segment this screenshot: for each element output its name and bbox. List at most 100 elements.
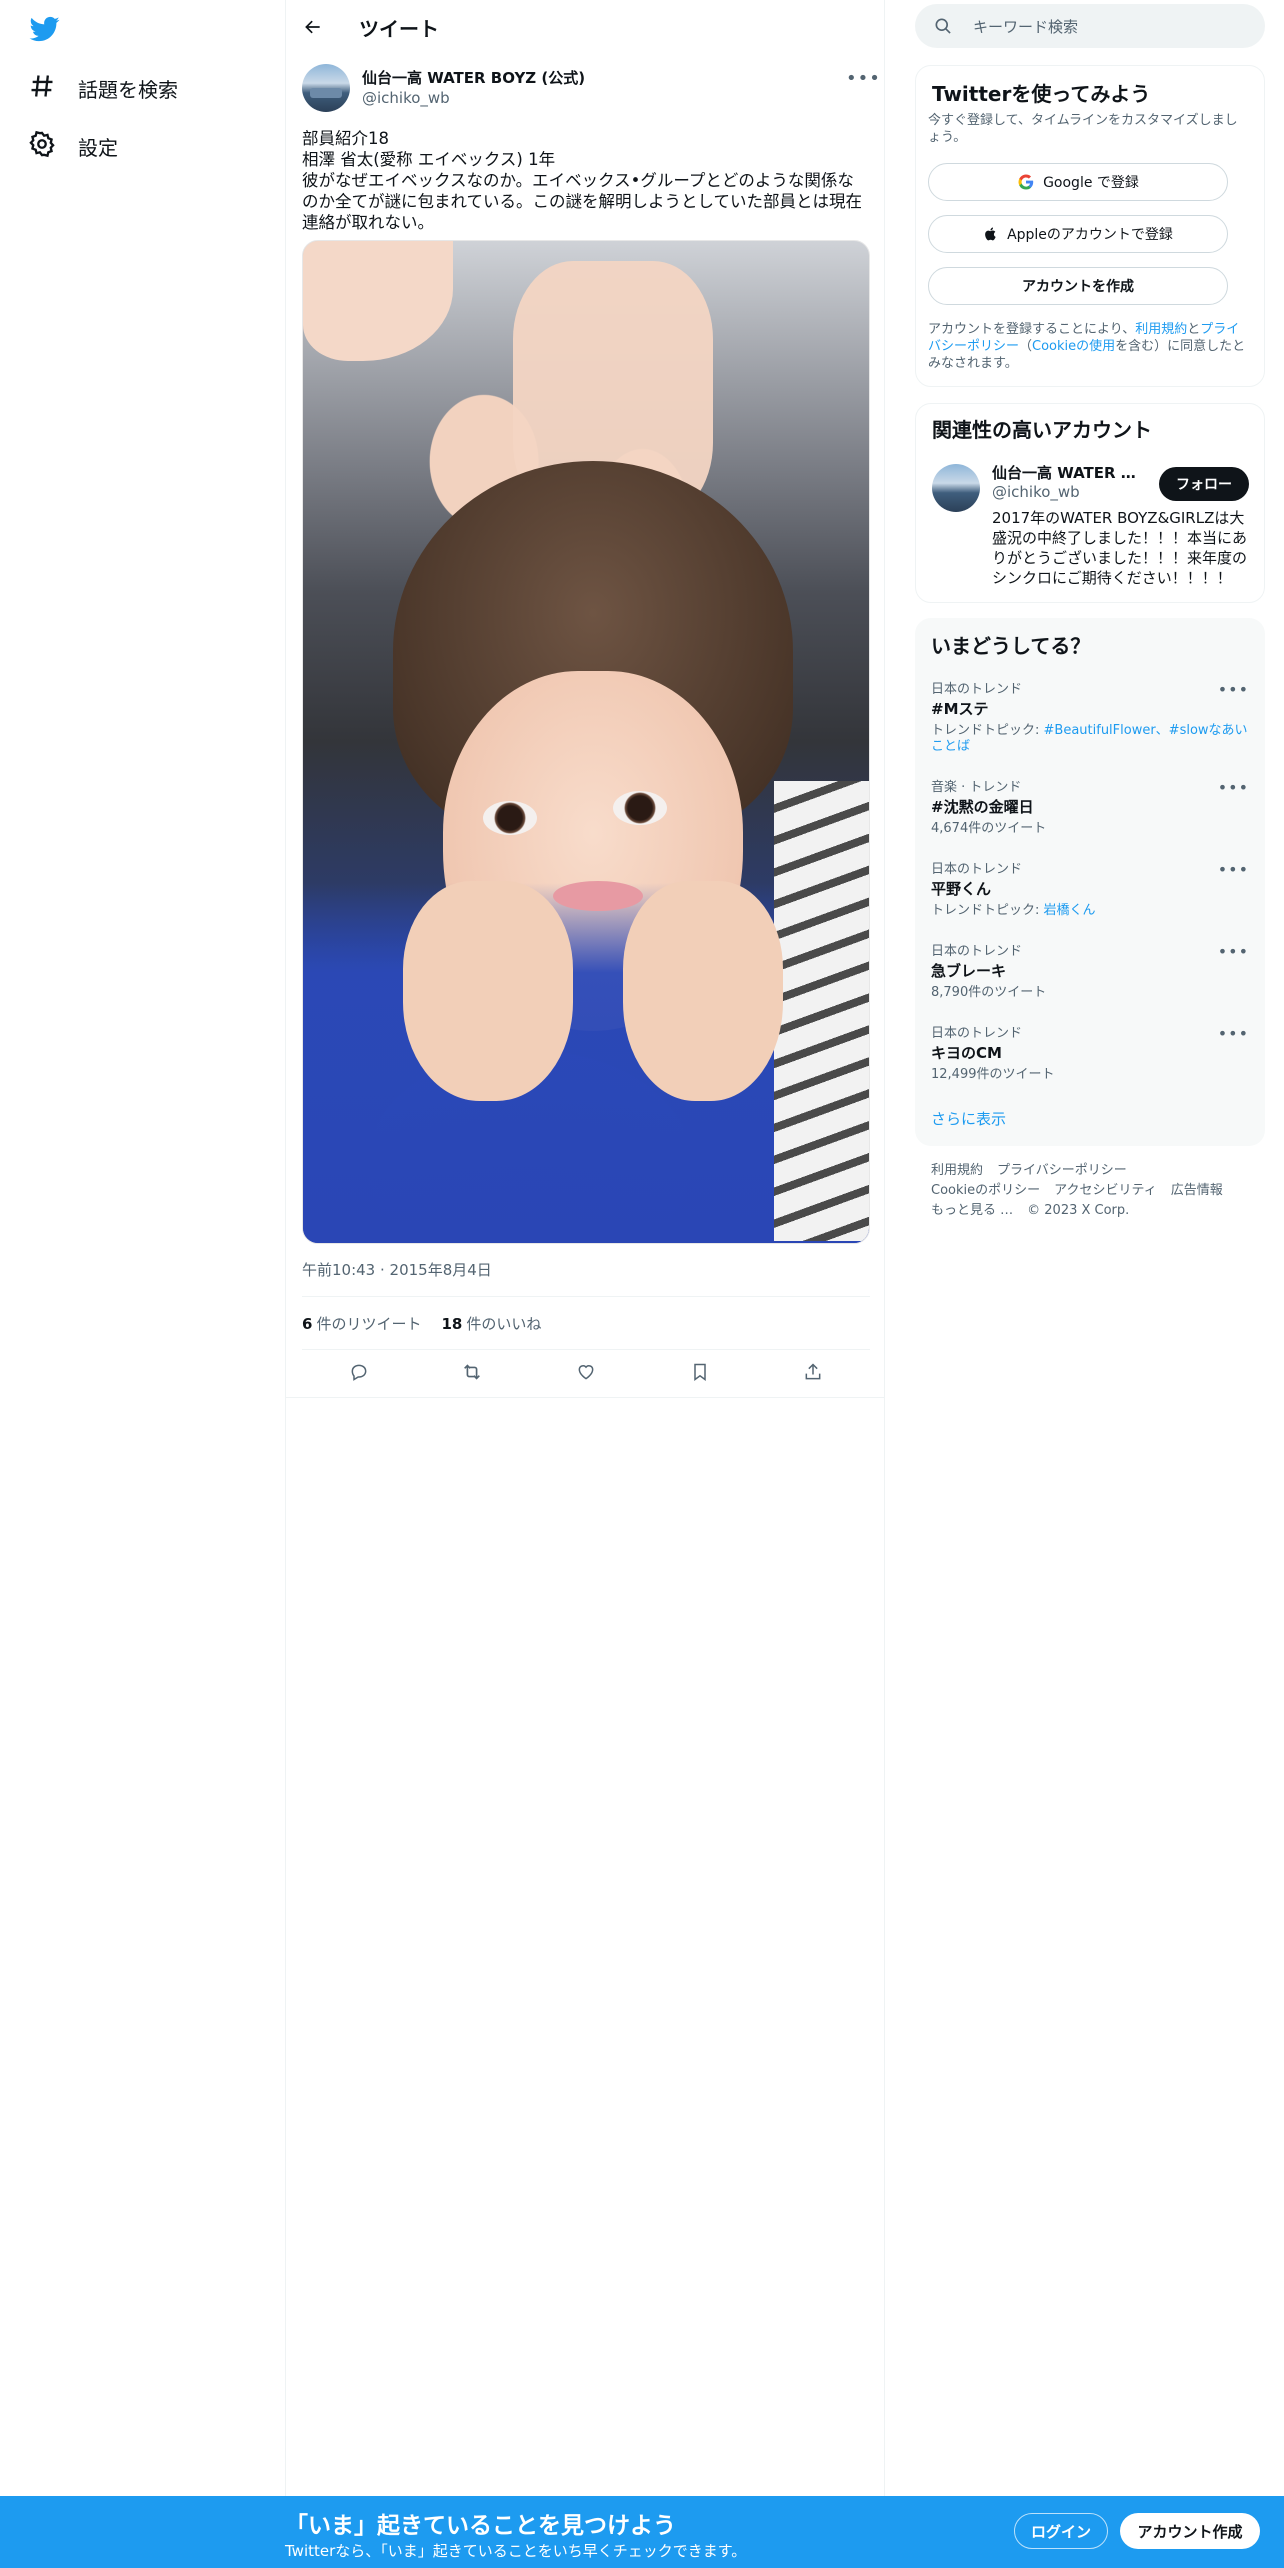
photo-detail [623, 881, 783, 1101]
more-options-icon[interactable]: ••• [1218, 680, 1249, 699]
divider [286, 1397, 884, 1398]
trend-item[interactable]: 音楽 · トレンド #沈黙の金曜日 4,674件のツイート ••• [931, 776, 1249, 837]
back-button[interactable] [298, 12, 328, 42]
likes-count: 18 [441, 1315, 463, 1333]
create-account-label: アカウントを作成 [1022, 279, 1134, 295]
nav-settings-label: 設定 [78, 136, 118, 160]
cookie-link[interactable]: Cookieの使用 [1032, 339, 1115, 354]
tweet-actions [302, 1352, 870, 1392]
likes-stat[interactable]: 18 件のいいね [441, 1313, 541, 1334]
related-accounts-card: 関連性の高いアカウント 仙台一高 WATER BOYZ (公式) @ichiko… [915, 403, 1265, 603]
reply-icon[interactable] [346, 1359, 372, 1385]
like-icon[interactable] [573, 1359, 599, 1385]
trend-meta: トレンドトピック: #BeautifulFlower、#slowなあいことば [931, 723, 1249, 755]
trend-context: 日本のトレンド [931, 862, 1023, 877]
divider [302, 1349, 870, 1350]
more-options-icon[interactable]: ••• [1218, 860, 1249, 879]
footer-link[interactable]: アクセシビリティ [1054, 1183, 1157, 1198]
footer-more-link[interactable]: もっと見る … [931, 1203, 1013, 1218]
google-signup-label: Google で登録 [1043, 175, 1139, 191]
trend-meta-prefix: トレンドトピック: [931, 903, 1044, 918]
author-handle[interactable]: @ichiko_wb [362, 89, 450, 107]
trend-name: #沈黙の金曜日 [931, 798, 1034, 816]
more-options-icon[interactable]: ••• [846, 68, 880, 89]
tweet-timestamp[interactable]: 午前10:43 · 2015年8月4日 [302, 1259, 492, 1280]
trend-name: 平野くん [931, 880, 992, 898]
bottom-bar-title: 「いま」起きていることを見つけよう [285, 2513, 676, 2539]
photo-detail [403, 881, 573, 1101]
trend-name: 急ブレーキ [931, 962, 1007, 980]
retweet-icon[interactable] [459, 1359, 485, 1385]
photo-detail [553, 881, 643, 911]
trend-meta: 12,499件のツイート [931, 1067, 1055, 1082]
main-column: ツイート 仙台一高 WATER BOYZ (公式) @ichiko_wb •••… [285, 0, 885, 2568]
twitter-logo-icon[interactable] [28, 14, 62, 44]
trend-context: 日本のトレンド [931, 944, 1023, 959]
trend-topic-link[interactable]: 岩橋くん [1044, 903, 1096, 918]
terms-link[interactable]: 利用規約 [1135, 322, 1187, 337]
trend-name: キヨのCM [931, 1044, 1002, 1062]
gear-icon [28, 130, 56, 163]
divider [302, 1296, 870, 1297]
footer-link[interactable]: Cookieのポリシー [931, 1183, 1040, 1198]
author-avatar[interactable] [302, 64, 350, 112]
google-signup-button[interactable]: Google で登録 [928, 163, 1228, 201]
author-name[interactable]: 仙台一高 WATER BOYZ (公式) [362, 67, 585, 88]
trend-item[interactable]: 日本のトレンド 急ブレーキ 8,790件のツイート ••• [931, 940, 1249, 1001]
signup-legal-note: アカウントを登録することにより、利用規約とプライバシーポリシー（Cookieの使… [928, 321, 1246, 372]
apple-signup-button[interactable]: Appleのアカウントで登録 [928, 215, 1228, 253]
related-account-handle[interactable]: @ichiko_wb [992, 483, 1080, 501]
related-card-title: 関連性の高いアカウント [932, 418, 1152, 442]
bottom-signup-bar: 「いま」起きていることを見つけよう Twitterなら、「いま」起きていることを… [0, 2496, 1284, 2568]
create-account-button[interactable]: アカウントを作成 [928, 267, 1228, 305]
nav-explore-label: 話題を検索 [78, 78, 178, 102]
signup-card-subtitle: 今すぐ登録して、タイムラインをカスタマイズしましょう。 [928, 113, 1238, 145]
footer-link[interactable]: プライバシーポリシー [997, 1163, 1127, 1178]
related-account-bio: 2017年のWATER BOYZ&GIRLZは大盛況の中終了しました！！！本当に… [992, 509, 1248, 587]
bookmark-icon[interactable] [687, 1359, 713, 1385]
more-options-icon[interactable]: ••• [1218, 778, 1249, 797]
trend-item[interactable]: 日本のトレンド キヨのCM 12,499件のツイート ••• [931, 1022, 1249, 1083]
trend-item[interactable]: 日本のトレンド 平野くん トレンドトピック: 岩橋くん ••• [931, 858, 1249, 919]
likes-label: 件のいいね [466, 1315, 542, 1333]
tweet-photo[interactable] [302, 240, 870, 1244]
legal-text: と [1187, 322, 1201, 337]
trend-context: 日本のトレンド [931, 1026, 1023, 1041]
tweet-stats: 6 件のリツイート 18 件のいいね [302, 1313, 541, 1334]
arrow-left-icon [305, 20, 320, 34]
signup-button[interactable]: アカウント作成 [1120, 2513, 1260, 2549]
trends-card: いまどうしてる？ 日本のトレンド #Mステ トレンドトピック: #Beautif… [915, 618, 1265, 1146]
main-header: ツイート [286, 0, 884, 54]
trend-meta-prefix: トレンドトピック: [931, 723, 1044, 738]
related-account-name[interactable]: 仙台一高 WATER BOYZ (公式) [992, 462, 1142, 483]
footer: 利用規約 プライバシーポリシー Cookieのポリシー アクセシビリティ 広告情報 も… [931, 1161, 1261, 1221]
photo-detail [774, 781, 869, 1241]
trends-card-title: いまどうしてる？ [931, 634, 1091, 658]
nav-settings[interactable]: 設定 [28, 130, 118, 163]
nav-explore[interactable]: 話題を検索 [28, 72, 178, 105]
retweets-label: 件のリツイート [316, 1315, 422, 1333]
photo-detail [483, 801, 537, 835]
trend-meta: トレンドトピック: 岩橋くん [931, 903, 1249, 919]
follow-button[interactable]: フォロー [1159, 467, 1249, 501]
related-avatar[interactable] [932, 464, 980, 512]
share-icon[interactable] [800, 1359, 826, 1385]
show-more-link[interactable]: さらに表示 [931, 1108, 1006, 1129]
more-options-icon[interactable]: ••• [1218, 1024, 1249, 1043]
login-button[interactable]: ログイン [1014, 2513, 1108, 2549]
google-icon [1018, 174, 1034, 190]
more-options-icon[interactable]: ••• [1218, 942, 1249, 961]
left-sidebar: 話題を検索 設定 [0, 0, 285, 2568]
retweets-stat[interactable]: 6 件のリツイート [302, 1313, 421, 1334]
footer-link[interactable]: 広告情報 [1171, 1183, 1223, 1198]
trend-item[interactable]: 日本のトレンド #Mステ トレンドトピック: #BeautifulFlower、… [931, 678, 1249, 755]
legal-text: アカウントを登録することにより、 [928, 322, 1136, 337]
search-bar[interactable]: キーワード検索 [915, 4, 1265, 48]
footer-link[interactable]: 利用規約 [931, 1163, 983, 1178]
legal-text: （ [1019, 339, 1033, 354]
page-title: ツイート [359, 17, 439, 41]
bottom-bar-subtitle: Twitterなら、「いま」起きていることをいち早くチェックできます。 [285, 2542, 747, 2560]
apple-icon [985, 227, 996, 241]
retweets-count: 6 [302, 1315, 313, 1333]
search-input[interactable]: キーワード検索 [973, 16, 1078, 37]
